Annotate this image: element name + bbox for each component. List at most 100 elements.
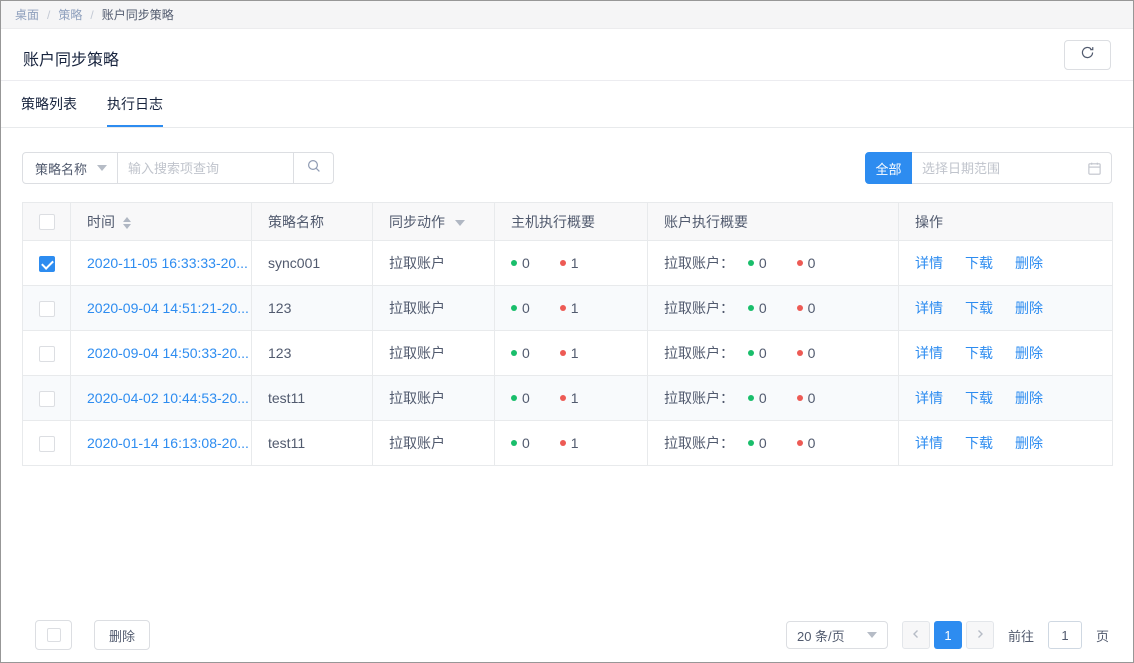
sort-carets-icon[interactable] <box>123 217 131 229</box>
operations-cell: 详情 下载 删除 <box>899 241 1113 286</box>
refresh-icon <box>1080 45 1095 65</box>
host-summary-cell: 0 1 <box>495 331 648 376</box>
column-header-policy: 策略名称 <box>252 203 373 241</box>
failure-dot <box>560 305 566 311</box>
footer-bar: 删除 20 条/页 1 前往 <box>1 620 1133 650</box>
date-filter-group: 全部 <box>865 152 1112 184</box>
row-checkbox[interactable] <box>39 436 55 452</box>
bulk-select-box[interactable] <box>35 620 72 650</box>
failure-dot <box>797 305 803 311</box>
table-row: 2020-09-04 14:50:33-20... 123 拉取账户 0 1 拉… <box>23 331 1113 376</box>
detail-link[interactable]: 详情 <box>915 255 943 271</box>
operations-cell: 详情 下载 删除 <box>899 421 1113 466</box>
breadcrumb-separator: / <box>90 8 93 22</box>
search-input[interactable] <box>118 152 294 184</box>
delete-link[interactable]: 删除 <box>1015 390 1043 406</box>
success-dot <box>511 395 517 401</box>
row-checkbox[interactable] <box>39 301 55 317</box>
detail-link[interactable]: 详情 <box>915 435 943 451</box>
success-dot <box>748 260 754 266</box>
page-size-value: 20 条/页 <box>797 626 845 645</box>
log-time-link[interactable]: 2020-09-04 14:51:21-20... <box>87 300 249 316</box>
success-dot <box>511 305 517 311</box>
tab-policy-list[interactable]: 策略列表 <box>21 94 77 127</box>
success-dot <box>748 395 754 401</box>
chevron-down-icon <box>97 165 107 171</box>
date-range-input[interactable] <box>912 161 1111 176</box>
tab-bar: 策略列表 执行日志 <box>1 81 1133 128</box>
download-link[interactable]: 下载 <box>965 390 993 406</box>
policy-name-cell: test11 <box>252 376 373 421</box>
failure-dot <box>560 350 566 356</box>
page-number-1[interactable]: 1 <box>934 621 962 649</box>
row-checkbox[interactable] <box>39 256 55 272</box>
all-button[interactable]: 全部 <box>865 152 912 184</box>
success-dot <box>748 305 754 311</box>
log-time-link[interactable]: 2020-04-02 10:44:53-20... <box>87 390 249 406</box>
sync-action-cell: 拉取账户 <box>373 421 495 466</box>
success-dot <box>511 440 517 446</box>
sync-action-cell: 拉取账户 <box>373 241 495 286</box>
detail-link[interactable]: 详情 <box>915 300 943 316</box>
delete-link[interactable]: 删除 <box>1015 255 1043 271</box>
host-summary-cell: 0 1 <box>495 286 648 331</box>
download-link[interactable]: 下载 <box>965 255 993 271</box>
failure-dot <box>560 440 566 446</box>
account-summary-cell: 拉取账户： 0 0 <box>648 286 899 331</box>
next-page-button[interactable] <box>966 621 994 649</box>
delete-link[interactable]: 删除 <box>1015 300 1043 316</box>
host-summary-cell: 0 1 <box>495 376 648 421</box>
row-checkbox[interactable] <box>39 346 55 362</box>
table-row: 2020-04-02 10:44:53-20... test11 拉取账户 0 … <box>23 376 1113 421</box>
chevron-down-icon <box>867 632 877 638</box>
download-link[interactable]: 下载 <box>965 345 993 361</box>
policy-name-cell: 123 <box>252 286 373 331</box>
column-header-host-summary: 主机执行概要 <box>495 203 648 241</box>
log-time-link[interactable]: 2020-09-04 14:50:33-20... <box>87 345 249 361</box>
search-field-select[interactable]: 策略名称 <box>22 152 118 184</box>
success-dot <box>748 350 754 356</box>
table-row: 2020-11-05 16:33:33-20... sync001 拉取账户 0… <box>23 241 1113 286</box>
tab-execution-log[interactable]: 执行日志 <box>107 94 163 127</box>
success-dot <box>511 350 517 356</box>
calendar-icon[interactable] <box>1087 161 1102 181</box>
download-link[interactable]: 下载 <box>965 300 993 316</box>
column-header-action[interactable]: 同步动作 <box>373 203 495 241</box>
table-header-row: 时间 策略名称 同步动作 主机执行概要 账户执行概要 操作 <box>23 203 1113 241</box>
success-dot <box>511 260 517 266</box>
download-link[interactable]: 下载 <box>965 435 993 451</box>
date-range-box <box>912 152 1112 184</box>
breadcrumb-desktop[interactable]: 桌面 <box>15 6 39 23</box>
page-header: 账户同步策略 <box>1 29 1133 81</box>
search-icon <box>306 158 322 179</box>
page-unit-label: 页 <box>1096 626 1109 645</box>
column-header-time[interactable]: 时间 <box>71 203 252 241</box>
select-all-checkbox[interactable] <box>39 214 55 230</box>
delete-link[interactable]: 删除 <box>1015 435 1043 451</box>
breadcrumb-current: 账户同步策略 <box>102 6 174 23</box>
delete-link[interactable]: 删除 <box>1015 345 1043 361</box>
bulk-delete-button[interactable]: 删除 <box>94 620 150 650</box>
chevron-left-icon <box>910 628 922 643</box>
chevron-right-icon <box>974 628 986 643</box>
success-dot <box>748 440 754 446</box>
search-button[interactable] <box>293 152 334 184</box>
sync-action-cell: 拉取账户 <box>373 376 495 421</box>
operations-cell: 详情 下载 删除 <box>899 376 1113 421</box>
log-time-link[interactable]: 2020-01-14 16:13:08-20... <box>87 435 249 451</box>
account-summary-cell: 拉取账户： 0 0 <box>648 241 899 286</box>
table-row: 2020-09-04 14:51:21-20... 123 拉取账户 0 1 拉… <box>23 286 1113 331</box>
operations-cell: 详情 下载 删除 <box>899 331 1113 376</box>
log-time-link[interactable]: 2020-11-05 16:33:33-20... <box>87 255 248 271</box>
detail-link[interactable]: 详情 <box>915 390 943 406</box>
goto-page-input[interactable] <box>1048 621 1082 649</box>
filter-caret-icon[interactable] <box>455 220 465 226</box>
breadcrumb-policy[interactable]: 策略 <box>58 6 82 23</box>
refresh-button[interactable] <box>1064 40 1111 70</box>
account-summary-cell: 拉取账户： 0 0 <box>648 331 899 376</box>
page-size-select[interactable]: 20 条/页 <box>786 621 888 649</box>
detail-link[interactable]: 详情 <box>915 345 943 361</box>
bulk-select-checkbox[interactable] <box>47 628 61 642</box>
prev-page-button[interactable] <box>902 621 930 649</box>
row-checkbox[interactable] <box>39 391 55 407</box>
